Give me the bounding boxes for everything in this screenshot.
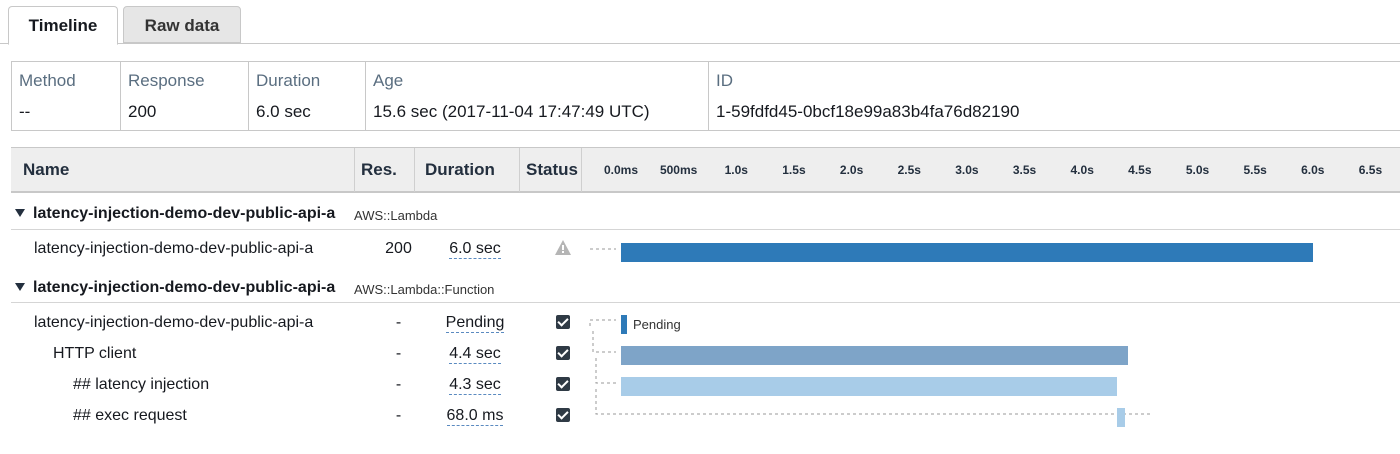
timeline-tick-label: 1.0s bbox=[724, 163, 748, 177]
summary-id-label: ID bbox=[716, 71, 733, 90]
row-name: ## latency injection bbox=[73, 376, 210, 393]
table-row[interactable]: latency-injection-demo-dev-public-api-a … bbox=[11, 309, 1400, 339]
summary-age-label: Age bbox=[373, 71, 404, 90]
header-divider bbox=[414, 148, 415, 192]
row-duration[interactable]: 4.3 sec bbox=[425, 376, 525, 395]
row-duration[interactable]: 6.0 sec bbox=[425, 240, 525, 259]
timeline-table-header: Name Res. Duration Status 0.0ms 500ms 1.0s… bbox=[11, 147, 1400, 193]
row-res: 200 bbox=[385, 240, 412, 257]
timeline-tick-label: 1.5s bbox=[782, 163, 806, 177]
summary-id-value: 1-59fdfd45-0bcf18e99a83b4fa76d82190 bbox=[716, 102, 1020, 121]
row-status bbox=[530, 374, 596, 398]
timeline-tick-label: 4.5s bbox=[1128, 163, 1152, 177]
row-duration[interactable]: Pending bbox=[425, 314, 525, 333]
timeline-tick-label: 3.0s bbox=[955, 163, 979, 177]
group-divider bbox=[11, 229, 1400, 230]
row-res: - bbox=[395, 345, 402, 362]
row-status bbox=[530, 312, 596, 336]
timeline-bar[interactable] bbox=[621, 377, 1117, 396]
row-status bbox=[530, 405, 596, 429]
summary-id: ID 1-59fdfd45-0bcf18e99a83b4fa76d82190 bbox=[709, 62, 1400, 130]
summary-age-value: 15.6 sec (2017-11-04 17:47:49 UTC) bbox=[373, 102, 650, 121]
row-status bbox=[530, 343, 596, 367]
header-status[interactable]: Status bbox=[526, 148, 578, 192]
group-type: AWS::Lambda::Function bbox=[354, 282, 495, 297]
check-icon bbox=[556, 315, 570, 329]
tab-timeline[interactable]: Timeline bbox=[8, 6, 118, 45]
row-name: latency-injection-demo-dev-public-api-a bbox=[34, 314, 314, 331]
check-icon bbox=[556, 408, 570, 422]
summary-method-label: Method bbox=[19, 71, 76, 90]
timeline-bar-label: Pending bbox=[633, 317, 681, 332]
header-divider bbox=[519, 148, 520, 192]
summary-method-value: -- bbox=[19, 102, 31, 121]
timeline-tick-label: 2.0s bbox=[839, 163, 864, 177]
row-duration[interactable]: 68.0 ms bbox=[425, 407, 525, 426]
timeline-tick-label: 6.5s bbox=[1358, 163, 1383, 177]
row-name: ## exec request bbox=[73, 407, 187, 424]
timeline-tick-label: 5.0s bbox=[1185, 163, 1210, 177]
summary-duration-value: 6.0 sec bbox=[256, 102, 311, 121]
group-name: latency-injection-demo-dev-public-api-a bbox=[33, 279, 336, 296]
timeline-bar[interactable] bbox=[621, 346, 1129, 365]
check-icon bbox=[556, 346, 570, 360]
summary-method: Method -- bbox=[12, 62, 121, 130]
summary-response-value: 200 bbox=[128, 102, 157, 121]
timeline-bar-pending[interactable] bbox=[621, 315, 627, 334]
tab-raw-data[interactable]: Raw data bbox=[123, 6, 241, 43]
timeline-tick-label: 4.0s bbox=[1070, 163, 1094, 177]
collapse-triangle-icon[interactable] bbox=[15, 209, 25, 217]
group-header-lambda-function[interactable]: latency-injection-demo-dev-public-api-a … bbox=[11, 276, 1400, 302]
group-type: AWS::Lambda bbox=[354, 208, 438, 223]
timeline-tick-label: 3.5s bbox=[1012, 163, 1037, 177]
header-duration[interactable]: Duration bbox=[425, 148, 495, 192]
row-res: - bbox=[395, 376, 402, 393]
row-duration-value[interactable]: 68.0 ms bbox=[446, 407, 504, 426]
header-res[interactable]: Res. bbox=[361, 148, 397, 192]
header-name[interactable]: Name bbox=[23, 148, 69, 192]
row-name: HTTP client bbox=[53, 345, 137, 362]
table-row[interactable]: ## exec request - 68.0 ms bbox=[11, 402, 1400, 432]
row-duration[interactable]: 4.4 sec bbox=[425, 345, 525, 364]
row-res: - bbox=[395, 407, 402, 424]
row-duration-value[interactable]: Pending bbox=[445, 314, 505, 333]
row-duration-value[interactable]: 6.0 sec bbox=[449, 240, 501, 259]
group-name: latency-injection-demo-dev-public-api-a bbox=[33, 205, 336, 222]
timeline-tick-label: 0.0ms bbox=[603, 163, 639, 177]
tab-bar: Timeline Raw data bbox=[0, 0, 1400, 45]
summary-response: Response 200 bbox=[121, 62, 249, 130]
check-icon bbox=[556, 377, 570, 391]
timeline-bar[interactable] bbox=[621, 243, 1313, 262]
timeline-tick-label: 6.0s bbox=[1301, 163, 1325, 177]
summary-duration: Duration 6.0 sec bbox=[249, 62, 366, 130]
summary-age: Age 15.6 sec (2017-11-04 17:47:49 UTC) bbox=[366, 62, 709, 130]
group-divider bbox=[11, 302, 1400, 303]
timeline-tick-label: 5.5s bbox=[1243, 163, 1267, 177]
timeline-tick-label: 2.5s bbox=[897, 163, 921, 177]
row-status bbox=[530, 238, 596, 262]
timeline-tick-label: 500ms bbox=[659, 163, 698, 177]
header-divider bbox=[581, 148, 582, 192]
summary-duration-label: Duration bbox=[256, 71, 321, 90]
collapse-triangle-icon[interactable] bbox=[15, 283, 25, 291]
header-divider bbox=[354, 148, 355, 192]
timeline-bar[interactable] bbox=[1116, 408, 1125, 427]
summary-response-label: Response bbox=[128, 71, 205, 90]
group-header-lambda[interactable]: latency-injection-demo-dev-public-api-a … bbox=[11, 202, 1400, 228]
row-res: - bbox=[395, 314, 402, 331]
row-name: latency-injection-demo-dev-public-api-a bbox=[34, 240, 314, 257]
trace-summary: Method -- Response 200 Duration 6.0 sec … bbox=[11, 61, 1400, 131]
warning-icon bbox=[555, 240, 571, 255]
row-duration-value[interactable]: 4.4 sec bbox=[449, 345, 501, 364]
row-duration-value[interactable]: 4.3 sec bbox=[449, 376, 501, 395]
